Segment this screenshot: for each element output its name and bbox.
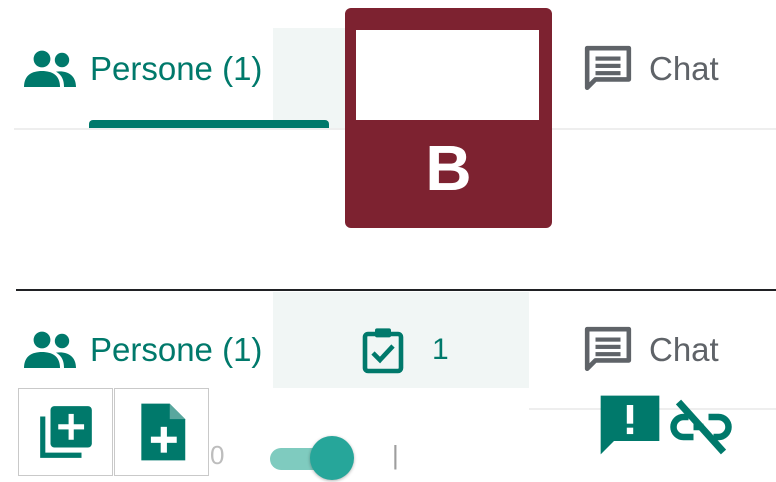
add-document-button[interactable] xyxy=(114,388,209,476)
tab-people-bottom[interactable]: Persone (1) xyxy=(22,325,262,375)
overlay-label-window xyxy=(356,30,539,120)
tab-chat-label: Chat xyxy=(649,331,719,368)
alert-message-button[interactable] xyxy=(598,393,662,457)
people-icon xyxy=(24,50,76,87)
link-off-button[interactable] xyxy=(668,397,736,457)
slider-max-label: | xyxy=(392,440,399,470)
chat-icon xyxy=(584,326,632,372)
tab-chat-top[interactable]: Chat xyxy=(583,44,719,94)
panel-separator xyxy=(16,289,776,291)
overlay-label-b: B xyxy=(345,8,552,228)
link-off-icon xyxy=(670,399,732,455)
alert-message-icon xyxy=(600,395,660,455)
task-clipboard-icon xyxy=(362,328,404,374)
toggle-thumb xyxy=(310,436,354,480)
chat-icon xyxy=(584,45,632,91)
tab-people-top[interactable]: Persone (1) xyxy=(22,44,262,94)
add-library-button[interactable] xyxy=(18,388,113,476)
people-icon xyxy=(24,331,76,368)
tab-tasks-count: 1 xyxy=(432,333,449,366)
tab-active-indicator xyxy=(89,120,329,128)
tab-people-label: Persone (1) xyxy=(90,331,263,368)
tab-people-label: Persone (1) xyxy=(90,50,263,87)
overlay-label-letter: B xyxy=(425,132,472,204)
tab-chat-label: Chat xyxy=(649,50,719,87)
toggle-switch[interactable] xyxy=(266,436,362,482)
slider-min-label: 0 xyxy=(210,440,225,470)
add-library-icon xyxy=(39,406,92,458)
add-document-icon xyxy=(140,403,185,461)
tab-chat-bottom[interactable]: Chat xyxy=(583,325,719,375)
tab-tasks-bottom[interactable]: 1 xyxy=(360,325,449,375)
